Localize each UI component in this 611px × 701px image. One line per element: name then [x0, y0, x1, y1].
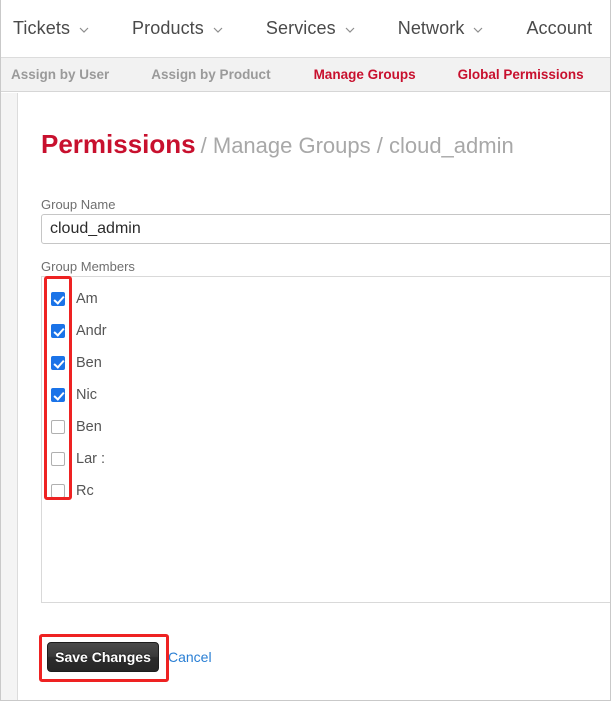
- group-members-label: Group Members: [41, 259, 135, 274]
- nav-item-network-label: Network: [397, 18, 465, 38]
- main-content-panel: Permissions / Manage Groups / cloud_admin…: [19, 93, 610, 700]
- nav-item-tickets[interactable]: Tickets: [13, 18, 89, 39]
- group-name-label: Group Name: [41, 197, 116, 212]
- nav-item-account[interactable]: Account: [526, 18, 592, 39]
- page-header: Permissions / Manage Groups / cloud_admin: [41, 129, 514, 160]
- member-name: Ben: [76, 355, 102, 371]
- nav-item-services-label: Services: [265, 18, 336, 38]
- member-row[interactable]: Ben: [42, 411, 610, 443]
- primary-navigation: Tickets Products Services Network Accoun: [1, 0, 610, 58]
- save-changes-button[interactable]: Save Changes: [47, 642, 159, 672]
- checkbox-unchecked-icon[interactable]: [51, 420, 65, 434]
- member-row[interactable]: Am: [42, 283, 610, 315]
- browser-window: Tickets Products Services Network Accoun: [0, 0, 611, 701]
- member-name: Lar :: [76, 451, 106, 467]
- member-name: Am: [76, 291, 98, 307]
- nav-item-tickets-label: Tickets: [13, 18, 71, 38]
- tab-global-permissions[interactable]: Global Permissions: [458, 67, 584, 82]
- member-name: Nic: [76, 387, 97, 403]
- checkbox-unchecked-icon[interactable]: [51, 452, 65, 466]
- member-row[interactable]: Lar :: [42, 443, 610, 475]
- group-members-list[interactable]: Am Andr Ben Nic Ben Lar : Rc: [41, 276, 610, 603]
- group-name-input[interactable]: [41, 214, 610, 244]
- member-row[interactable]: Ben: [42, 347, 610, 379]
- checkbox-unchecked-icon[interactable]: [51, 484, 65, 498]
- checkbox-checked-icon[interactable]: [51, 356, 65, 370]
- checkbox-checked-icon[interactable]: [51, 292, 65, 306]
- tab-assign-by-user[interactable]: Assign by User: [11, 67, 109, 82]
- chevron-down-icon: [79, 25, 89, 35]
- tab-manage-groups[interactable]: Manage Groups: [314, 67, 416, 82]
- member-name: Ben: [76, 419, 102, 435]
- checkbox-checked-icon[interactable]: [51, 388, 65, 402]
- nav-item-products[interactable]: Products: [132, 18, 223, 39]
- chevron-down-icon: [473, 25, 483, 35]
- page-title: Permissions: [41, 129, 196, 159]
- secondary-tab-bar: Assign by User Assign by Product Manage …: [1, 58, 610, 92]
- nav-item-products-label: Products: [132, 18, 204, 38]
- cancel-link[interactable]: Cancel: [168, 649, 212, 665]
- member-row[interactable]: Andr: [42, 315, 610, 347]
- chevron-down-icon: [345, 25, 355, 35]
- nav-item-account-label: Account: [526, 18, 593, 38]
- checkbox-checked-icon[interactable]: [51, 324, 65, 338]
- member-name: Rc: [76, 483, 94, 499]
- breadcrumb: / Manage Groups / cloud_admin: [200, 133, 514, 158]
- member-row[interactable]: Nic: [42, 379, 610, 411]
- tab-assign-by-product[interactable]: Assign by Product: [151, 67, 270, 82]
- member-row[interactable]: Rc: [42, 475, 610, 507]
- member-name: Andr: [76, 323, 107, 339]
- nav-item-services[interactable]: Services: [266, 18, 355, 39]
- chevron-down-icon: [213, 25, 223, 35]
- left-gutter: [1, 93, 18, 700]
- nav-item-network[interactable]: Network: [398, 18, 484, 39]
